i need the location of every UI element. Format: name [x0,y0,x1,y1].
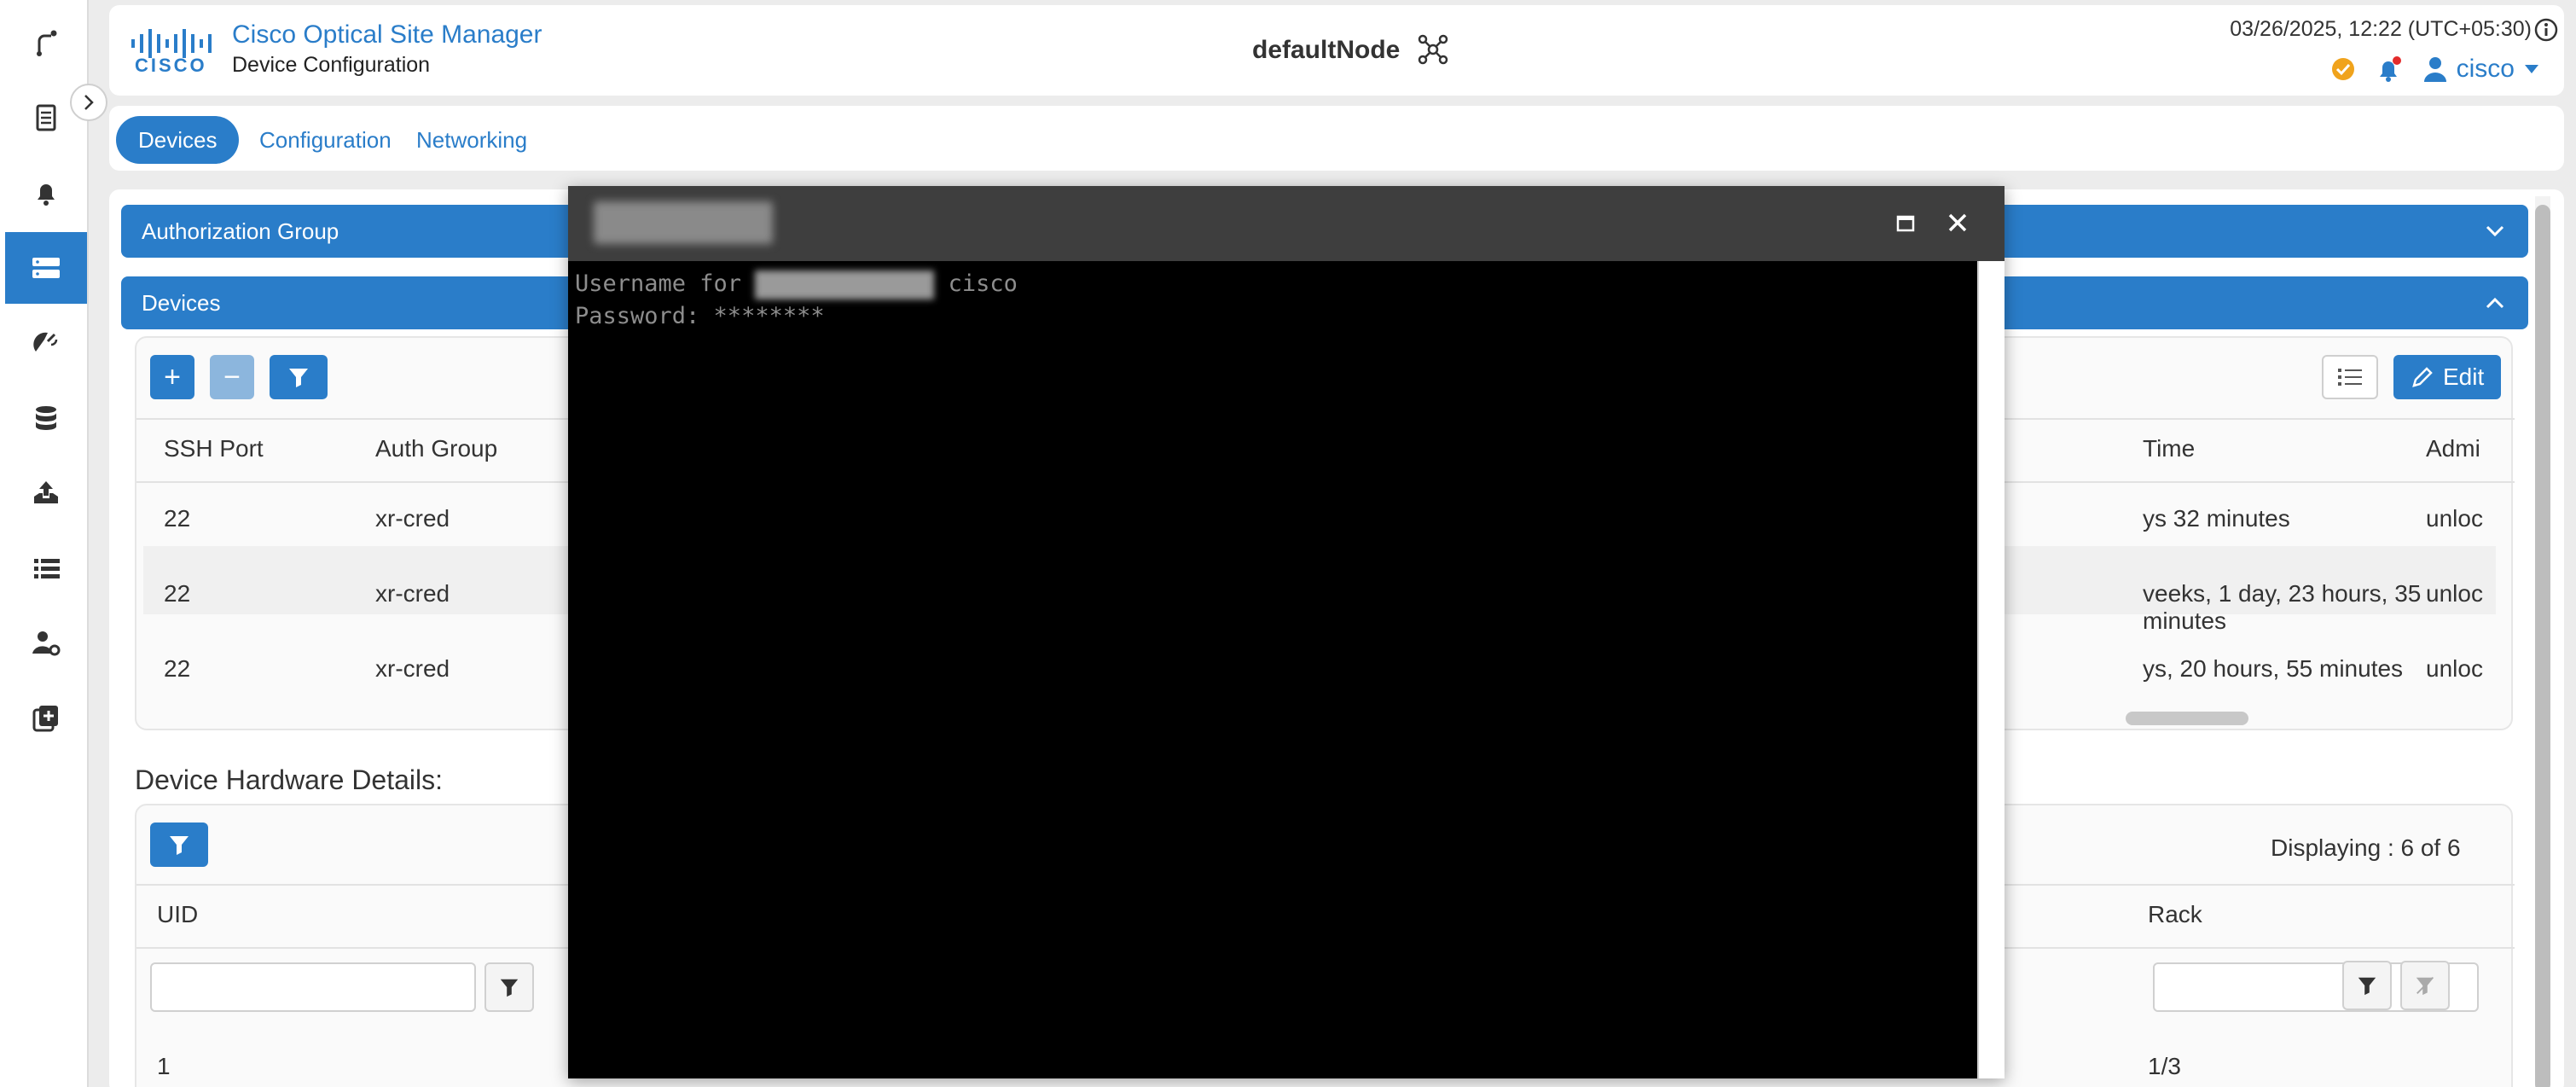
content-scrollbar-thumb[interactable] [2535,205,2550,1087]
column-header-uid[interactable]: UID [157,901,198,928]
tab-networking[interactable]: Networking [394,116,549,164]
cell-uptime: ys, 20 hours, 55 minutes [2143,655,2404,682]
add-box-icon[interactable] [5,683,87,754]
chevron-down-icon [2486,225,2504,237]
app-header: CISCO Cisco Optical Site Manager Device … [109,5,2564,96]
app-title: Cisco Optical Site Manager [232,20,542,49]
user-settings-icon[interactable] [5,607,87,679]
uid-filter-input[interactable] [150,962,476,1012]
cell-auth-group: xr-cred [375,655,450,682]
terminal-password-line: Password: ******** [575,303,825,329]
column-header-admin[interactable]: Admi [2426,435,2480,462]
column-header-ssh-port[interactable]: SSH Port [164,435,264,462]
remove-device-button[interactable]: − [210,355,254,399]
tab-devices[interactable]: Devices [116,116,240,164]
column-header-uptime[interactable]: Time [2143,435,2195,462]
datetime-display: 03/26/2025, 12:22 (UTC+05:30) [2230,17,2532,41]
filter-icon [289,369,308,387]
info-icon[interactable] [2533,17,2559,43]
cell-auth-group: xr-cred [375,505,450,532]
notification-bell-icon[interactable] [2375,55,2404,84]
check-status-icon[interactable] [2330,56,2356,82]
server-icon[interactable] [5,232,87,304]
cell-rack: 1/3 [2148,1053,2181,1079]
cell-admin: unloc [2426,505,2483,532]
bell-icon[interactable] [5,157,87,229]
filter-icon [2358,977,2376,996]
add-device-button[interactable]: + [150,355,194,399]
clear-filter-icon [2416,977,2434,996]
main-tabs: Devices Configuration Networking [109,106,2564,171]
cell-uid: 1 [157,1053,171,1079]
column-list-button[interactable] [2322,355,2378,399]
redacted-username [755,270,935,299]
redacted-title [594,201,773,244]
rack-filter-button[interactable] [2342,961,2392,1010]
maximize-icon[interactable] [1892,210,1919,237]
column-header-auth-group[interactable]: Auth Group [375,435,497,462]
caret-down-icon [2525,65,2538,73]
terminal-scrollbar[interactable] [1977,261,2005,1078]
hardware-section-title: Device Hardware Details: [135,764,444,795]
hardware-filter-button[interactable] [150,823,208,867]
terminal-title-bar[interactable] [568,186,2005,261]
cell-admin: unloc [2426,580,2483,607]
cisco-logo-text: CISCO [135,55,207,76]
filter-icon [170,836,189,855]
pencil-icon [2412,367,2433,387]
satellite-icon[interactable] [5,307,87,379]
user-menu[interactable]: cisco [2422,55,2540,84]
cell-ssh-port: 22 [164,580,191,607]
chevron-right-icon [84,95,94,110]
accordion-title: Authorization Group [142,218,339,244]
terminal-modal: Username for cisco Password: ******** [568,186,2005,1078]
list-icon[interactable] [5,532,87,604]
chevron-up-icon [2486,297,2504,309]
rack-clear-filter-button[interactable] [2400,961,2450,1010]
cell-auth-group: xr-cred [375,580,450,607]
upload-icon[interactable] [5,457,87,529]
route-icon[interactable] [5,7,87,78]
cell-uptime: ys 32 minutes [2143,505,2290,532]
node-name: defaultNode [1252,36,1401,64]
network-node-icon[interactable] [1413,29,1453,70]
filter-icon [500,979,519,997]
left-nav-rail [0,0,89,1087]
status-icons: cisco [2330,55,2540,84]
table-horizontal-scrollbar[interactable] [2126,712,2248,725]
column-header-rack[interactable]: Rack [2148,901,2202,928]
edit-button[interactable]: Edit [2393,355,2502,399]
close-icon[interactable] [1943,208,1972,237]
uid-filter-button[interactable] [484,962,534,1012]
terminal-output[interactable]: Username for cisco Password: ******** [568,261,1977,1078]
edit-label: Edit [2443,363,2485,390]
terminal-username-suffix: cisco [934,270,1018,297]
user-name: cisco [2456,55,2515,83]
page-subtitle: Device Configuration [232,53,431,77]
terminal-username-prefix: Username for [575,270,756,297]
tab-configuration[interactable]: Configuration [237,116,414,164]
filter-button[interactable] [270,355,328,399]
cell-ssh-port: 22 [164,505,191,532]
cell-admin: unloc [2426,655,2483,682]
list-icon [2338,369,2362,386]
cell-ssh-port: 22 [164,655,191,682]
accordion-title: Devices [142,289,221,316]
displaying-count: Displaying : 6 of 6 [2271,834,2461,861]
database-icon[interactable] [5,382,87,454]
user-icon [2423,57,2446,82]
expand-nav-button[interactable] [70,84,107,121]
